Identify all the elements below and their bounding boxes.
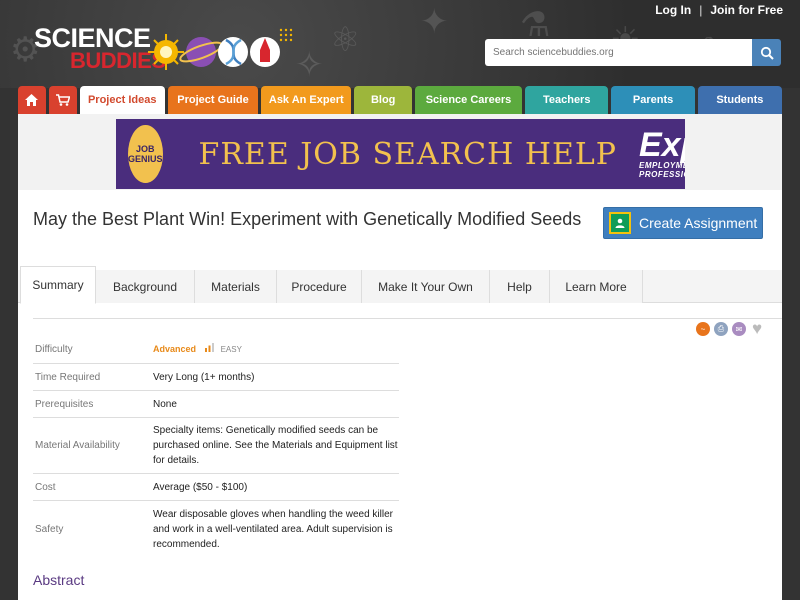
nav-project-ideas[interactable]: Project Ideas xyxy=(79,86,165,114)
time-value: Very Long (1+ months) xyxy=(153,371,255,383)
favorite-heart-icon[interactable]: ♥ xyxy=(750,319,764,338)
prereq-row: Prerequisites None xyxy=(33,391,399,418)
nav-teachers[interactable]: Teachers xyxy=(525,86,609,114)
site-header: ⚛ ✦ ⚗ ☀ ✎ ⚙ ✧ Log In | Join for Free SCI… xyxy=(0,0,800,88)
nav-parents[interactable]: Parents xyxy=(611,86,695,114)
nav-project-guide[interactable]: Project Guide xyxy=(167,86,259,114)
nav-ask-an-expert[interactable]: Ask An Expert xyxy=(261,86,352,114)
safety-label: Safety xyxy=(35,523,64,535)
cost-label: Cost xyxy=(35,481,56,493)
safety-value: Wear disposable gloves when handling the… xyxy=(153,508,393,550)
email-icon[interactable]: ✉ xyxy=(732,322,746,336)
nav-blog[interactable]: Blog xyxy=(354,86,412,114)
project-tabs: Summary Background Materials Procedure M… xyxy=(18,266,782,304)
job-genius-line2: GENIUS xyxy=(128,154,163,164)
link-separator: | xyxy=(699,3,703,17)
tab-procedure[interactable]: Procedure xyxy=(277,270,362,303)
tab-materials[interactable]: Materials xyxy=(195,270,277,303)
create-assignment-label: Create Assignment xyxy=(639,215,758,231)
home-icon xyxy=(25,94,39,106)
main-content: JOB GENIUS FREE JOB SEARCH HELP Express … xyxy=(18,114,782,600)
join-link[interactable]: Join for Free xyxy=(710,3,783,17)
express-brand: Express xyxy=(638,126,685,164)
tab-summary[interactable]: Summary xyxy=(20,266,96,304)
content-divider xyxy=(33,318,782,319)
abstract-heading: Abstract xyxy=(33,572,85,588)
nav-students[interactable]: Students xyxy=(697,86,783,114)
prereq-value: None xyxy=(153,398,177,410)
tab-background[interactable]: Background xyxy=(96,270,195,303)
search-button[interactable] xyxy=(752,39,781,66)
share-icon[interactable]: ~ xyxy=(696,322,710,336)
job-genius-line1: JOB xyxy=(136,144,155,154)
cart-icon xyxy=(55,94,70,106)
site-search xyxy=(485,39,781,66)
time-label: Time Required xyxy=(35,371,101,383)
ad-banner-area: JOB GENIUS FREE JOB SEARCH HELP Express … xyxy=(18,114,782,190)
print-icon[interactable]: ⎙ xyxy=(714,322,728,336)
prereq-label: Prerequisites xyxy=(35,398,94,410)
difficulty-row: Difficulty Advanced EASY xyxy=(33,336,399,364)
account-links: Log In | Join for Free xyxy=(655,3,783,17)
express-ad-banner[interactable]: JOB GENIUS FREE JOB SEARCH HELP Express … xyxy=(116,119,685,189)
express-logo: Express EMPLOYMENT PROFESSIONALS xyxy=(638,126,685,179)
login-link[interactable]: Log In xyxy=(655,3,691,17)
create-assignment-button[interactable]: Create Assignment xyxy=(603,207,763,239)
difficulty-value-cell: Advanced EASY xyxy=(153,342,399,357)
search-icon xyxy=(760,46,774,60)
time-row: Time Required Very Long (1+ months) xyxy=(33,364,399,391)
nav-cart[interactable] xyxy=(48,86,77,114)
material-label: Material Availability xyxy=(35,440,120,451)
ad-headline: FREE JOB SEARCH HELP xyxy=(198,136,617,172)
difficulty-value: Advanced xyxy=(153,344,197,354)
difficulty-label: Difficulty xyxy=(35,344,73,355)
tab-learn-more[interactable]: Learn More xyxy=(550,270,643,303)
logo-science-icons xyxy=(148,28,293,70)
tab-make-it-your-own[interactable]: Make It Your Own xyxy=(362,270,490,303)
project-summary-table: Difficulty Advanced EASY Time Required V… xyxy=(33,336,399,557)
page-title: May the Best Plant Win! Experiment with … xyxy=(33,209,582,229)
share-tools: ~ ⎙ ✉ ♥ xyxy=(696,319,764,338)
google-classroom-icon xyxy=(609,212,631,234)
project-title-area: May the Best Plant Win! Experiment with … xyxy=(18,190,782,274)
cost-value: Average ($50 - $100) xyxy=(153,481,248,493)
express-subtitle: EMPLOYMENT PROFESSIONALS xyxy=(638,161,685,179)
main-nav: Project Ideas Project Guide Ask An Exper… xyxy=(18,86,783,114)
material-value: Specialty items: Genetically modified se… xyxy=(153,425,398,466)
job-genius-badge: JOB GENIUS xyxy=(128,125,163,183)
difficulty-bars-icon xyxy=(204,343,214,352)
tab-help[interactable]: Help xyxy=(490,270,550,303)
cost-row: Cost Average ($50 - $100) xyxy=(33,474,399,501)
material-row: Material Availability Specialty items: G… xyxy=(33,418,399,474)
nav-science-careers[interactable]: Science Careers xyxy=(414,86,523,114)
safety-row: Safety Wear disposable gloves when handl… xyxy=(33,501,399,557)
difficulty-scale-label: EASY xyxy=(220,345,242,354)
search-input[interactable] xyxy=(485,39,752,66)
science-buddies-logo[interactable]: SCIENCE BUDDIES xyxy=(34,24,294,80)
nav-home[interactable] xyxy=(18,86,46,114)
